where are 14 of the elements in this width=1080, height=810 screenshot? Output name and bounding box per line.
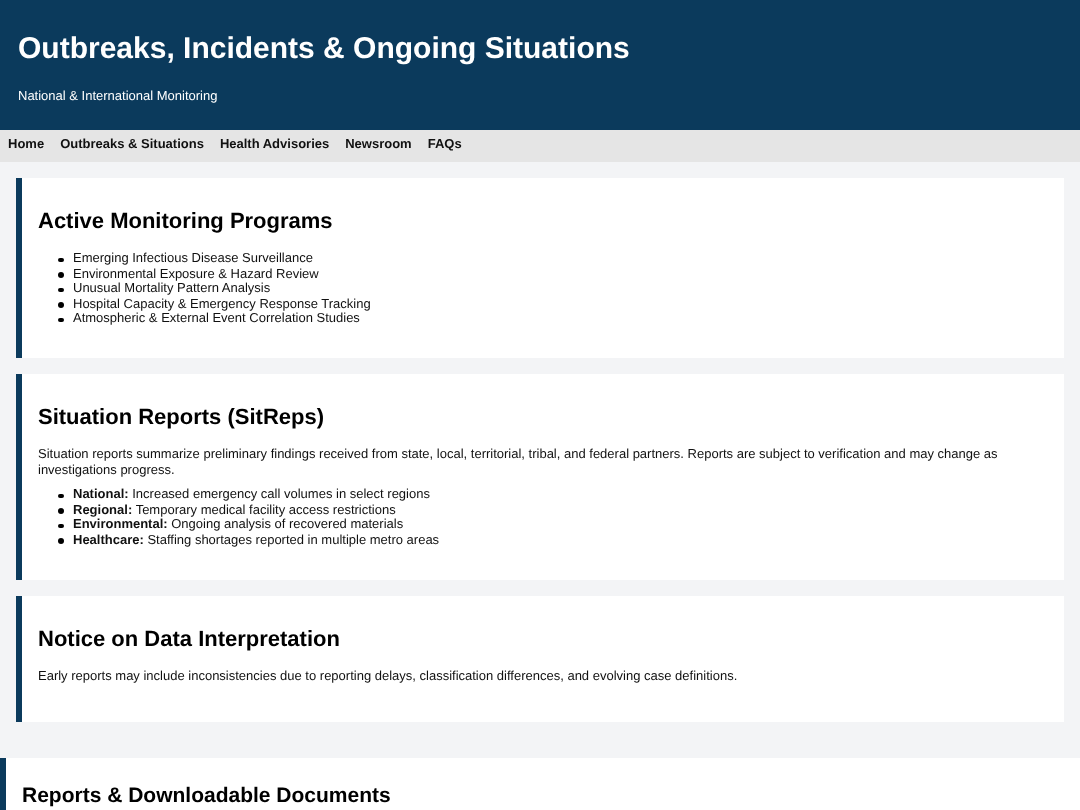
bullet-icon [58,317,63,323]
bullet-icon [58,538,63,544]
section-heading: Reports & Downloadable Documents [22,782,393,810]
card-heading: Notice on Data Interpretation [38,625,342,654]
card-heading: Active Monitoring Programs [38,208,335,236]
page-title: Outbreaks, Incidents & Ongoing Situations [18,30,632,68]
bullet-icon [58,523,63,529]
bullet-icon [58,257,63,263]
bullet-icon [58,287,63,293]
card-heading: Situation Reports (SitReps) [38,403,327,432]
bullet-icon [58,302,63,308]
bullet-icon [58,272,63,278]
bullet-icon [58,508,63,514]
bullet-icon [58,493,63,499]
